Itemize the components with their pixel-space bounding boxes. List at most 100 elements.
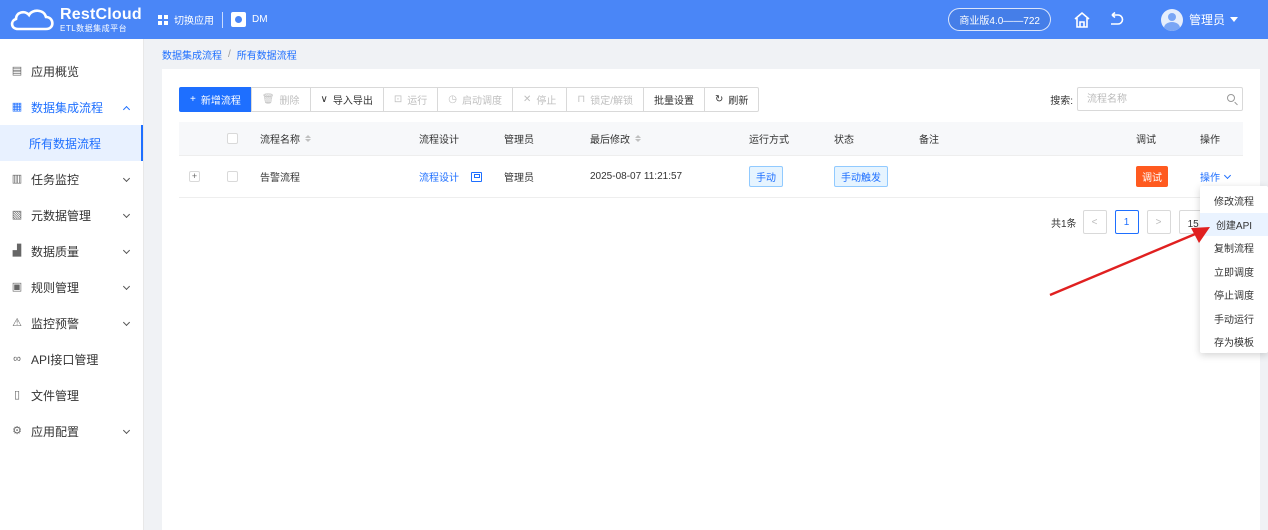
breadcrumb-item-all-flows: 所有数据流程 xyxy=(236,51,297,62)
lock-icon: ⊓ xyxy=(577,94,586,105)
sidebar-item-label: 数据质量 xyxy=(31,244,80,259)
header-divider xyxy=(222,11,223,28)
sidebar-item-metadata[interactable]: ▧ 元数据管理 xyxy=(0,197,143,233)
status-badge: 手动触发 xyxy=(834,166,888,187)
save-icon[interactable] xyxy=(471,171,482,182)
logo[interactable]: RestCloud ETL数据集成平台 xyxy=(8,6,148,33)
avatar[interactable] xyxy=(1160,8,1183,31)
sidebar-item-label: 文件管理 xyxy=(31,388,80,403)
sidebar-item-label: 应用配置 xyxy=(31,424,80,439)
sidebar-item-rules[interactable]: ▣ 规则管理 xyxy=(0,269,143,305)
column-header-debug: 调试 xyxy=(1136,135,1156,146)
chevron-down-icon xyxy=(122,210,131,219)
chevron-down-icon xyxy=(122,282,131,291)
chevron-down-icon xyxy=(1223,171,1232,179)
select-all-checkbox[interactable] xyxy=(227,133,238,144)
menu-item-save-template[interactable]: 存为模板 xyxy=(1200,330,1268,354)
column-header-remark: 备注 xyxy=(919,135,939,146)
sidebar-item-label: 元数据管理 xyxy=(31,208,92,223)
delete-button[interactable]: 🗑 删除 xyxy=(250,87,311,112)
sidebar-item-api[interactable]: ∞ API接口管理 xyxy=(0,341,143,377)
sidebar-item-all-flows[interactable]: 所有数据流程 xyxy=(0,125,143,161)
sidebar-item-label: 监控预警 xyxy=(31,316,80,331)
add-flow-button[interactable]: + 新增流程 xyxy=(179,87,252,112)
stop-button[interactable]: ✕ 停止 xyxy=(512,87,568,112)
sidebar-item-task-monitor[interactable]: ▥ 任务监控 xyxy=(0,161,143,197)
sidebar-item-app-config[interactable]: ⚙ 应用配置 xyxy=(0,413,143,449)
column-header-modified[interactable]: 最后修改 xyxy=(590,122,641,155)
alarm-icon: ⚠ xyxy=(12,317,22,329)
back-icon[interactable] xyxy=(1107,11,1125,29)
import-export-button[interactable]: ∨ 导入导出 xyxy=(309,87,384,112)
column-header-design: 流程设计 xyxy=(419,135,459,146)
rules-icon: ▣ xyxy=(11,281,23,293)
file-icon: ▯ xyxy=(13,389,21,401)
monitor-icon: ▥ xyxy=(11,173,23,185)
flow-admin: 管理员 xyxy=(504,173,534,184)
annotation-arrow xyxy=(1049,227,1210,297)
row-checkbox[interactable] xyxy=(227,171,238,182)
chevron-down-icon xyxy=(122,174,131,183)
chevron-down-icon xyxy=(122,318,131,327)
version-badge[interactable]: 商业版4.0——722 xyxy=(948,8,1051,31)
top-header: RestCloud ETL数据集成平台 切换应用 DM 商业版4.0——722 … xyxy=(0,0,1268,39)
user-name[interactable]: 管理员 xyxy=(1189,11,1225,28)
logo-subtitle: ETL数据集成平台 xyxy=(60,23,128,33)
api-link-icon: ∞ xyxy=(13,353,21,365)
sidebar-item-label: 所有数据流程 xyxy=(29,136,102,151)
start-schedule-button[interactable]: ◷ 启动调度 xyxy=(437,87,513,112)
sidebar-item-label: 任务监控 xyxy=(31,172,80,187)
column-header-action: 操作 xyxy=(1200,135,1220,146)
menu-item-manual-run[interactable]: 手动运行 xyxy=(1200,307,1268,331)
table-header: 流程名称 流程设计 管理员 最后修改 运行方式 状态 备注 调试 操作 xyxy=(179,122,1243,156)
lock-unlock-button[interactable]: ⊓ 锁定/解锁 xyxy=(566,87,644,112)
search-label: 搜索: xyxy=(1050,95,1073,107)
breadcrumb-separator: / xyxy=(228,49,231,60)
quality-chart-icon: ▟ xyxy=(12,245,22,257)
integration-icon: ▦ xyxy=(11,101,23,113)
home-icon[interactable] xyxy=(1073,11,1091,29)
app-grid-icon xyxy=(158,14,168,25)
batch-settings-button[interactable]: 批量设置 xyxy=(642,87,705,112)
chevron-down-icon[interactable] xyxy=(1230,17,1238,22)
metadata-icon: ▧ xyxy=(11,209,23,221)
sidebar-item-label: 应用概览 xyxy=(31,64,80,79)
breadcrumb: 数据集成流程 / 所有数据流程 xyxy=(162,47,297,62)
column-header-run-mode: 运行方式 xyxy=(749,135,789,146)
sidebar-item-integration[interactable]: ▦ 数据集成流程 xyxy=(0,89,143,125)
run-icon: ⊡ xyxy=(393,94,403,105)
sidebar-item-label: API接口管理 xyxy=(31,352,99,367)
sort-icon[interactable] xyxy=(635,135,641,142)
breadcrumb-item-integration[interactable]: 数据集成流程 xyxy=(162,47,222,62)
sidebar-item-files[interactable]: ▯ 文件管理 xyxy=(0,377,143,413)
current-app[interactable]: DM xyxy=(231,12,268,27)
debug-button[interactable]: 调试 xyxy=(1136,166,1168,187)
sort-icon[interactable] xyxy=(305,135,311,142)
menu-item-edit-flow[interactable]: 修改流程 xyxy=(1200,189,1268,213)
flow-modified-time: 2025-08-07 11:21:57 xyxy=(590,171,683,182)
search-input[interactable] xyxy=(1077,87,1243,111)
overview-icon: ▤ xyxy=(11,65,23,77)
cloud-logo-icon xyxy=(10,8,54,30)
sidebar: ▤ 应用概览 ▦ 数据集成流程 所有数据流程 ▥ 任务监控 ▧ 元数据管理 ▟ … xyxy=(0,39,144,530)
switch-app-label: 切换应用 xyxy=(174,16,214,27)
chevron-down-icon xyxy=(122,246,131,255)
run-button[interactable]: ⊡ 运行 xyxy=(382,87,439,112)
clock-icon: ◷ xyxy=(448,94,457,105)
refresh-button[interactable]: ↻ 刷新 xyxy=(703,87,760,112)
refresh-icon: ↻ xyxy=(714,94,724,105)
flow-design-link[interactable]: 流程设计 xyxy=(419,169,459,184)
switch-app-button[interactable]: 切换应用 xyxy=(158,12,214,27)
expand-row-button[interactable]: + xyxy=(189,171,200,182)
column-header-name[interactable]: 流程名称 xyxy=(260,122,311,155)
column-header-admin: 管理员 xyxy=(504,135,534,146)
sidebar-item-overview[interactable]: ▤ 应用概览 xyxy=(0,53,143,89)
chevron-up-icon xyxy=(122,105,131,114)
column-header-status: 状态 xyxy=(834,135,854,146)
flows-table: 流程名称 流程设计 管理员 最后修改 运行方式 状态 备注 调试 操作 + 告警… xyxy=(179,122,1243,198)
toolbar: + 新增流程 🗑 删除 ∨ 导入导出 ⊡ 运行 ◷ 启动调度 ✕ 停止 ⊓ 锁定… xyxy=(179,87,760,112)
search-area: 搜索: xyxy=(1050,87,1243,111)
sidebar-item-quality[interactable]: ▟ 数据质量 xyxy=(0,233,143,269)
search-icon[interactable] xyxy=(1227,94,1235,102)
sidebar-item-alarm[interactable]: ⚠ 监控预警 xyxy=(0,305,143,341)
